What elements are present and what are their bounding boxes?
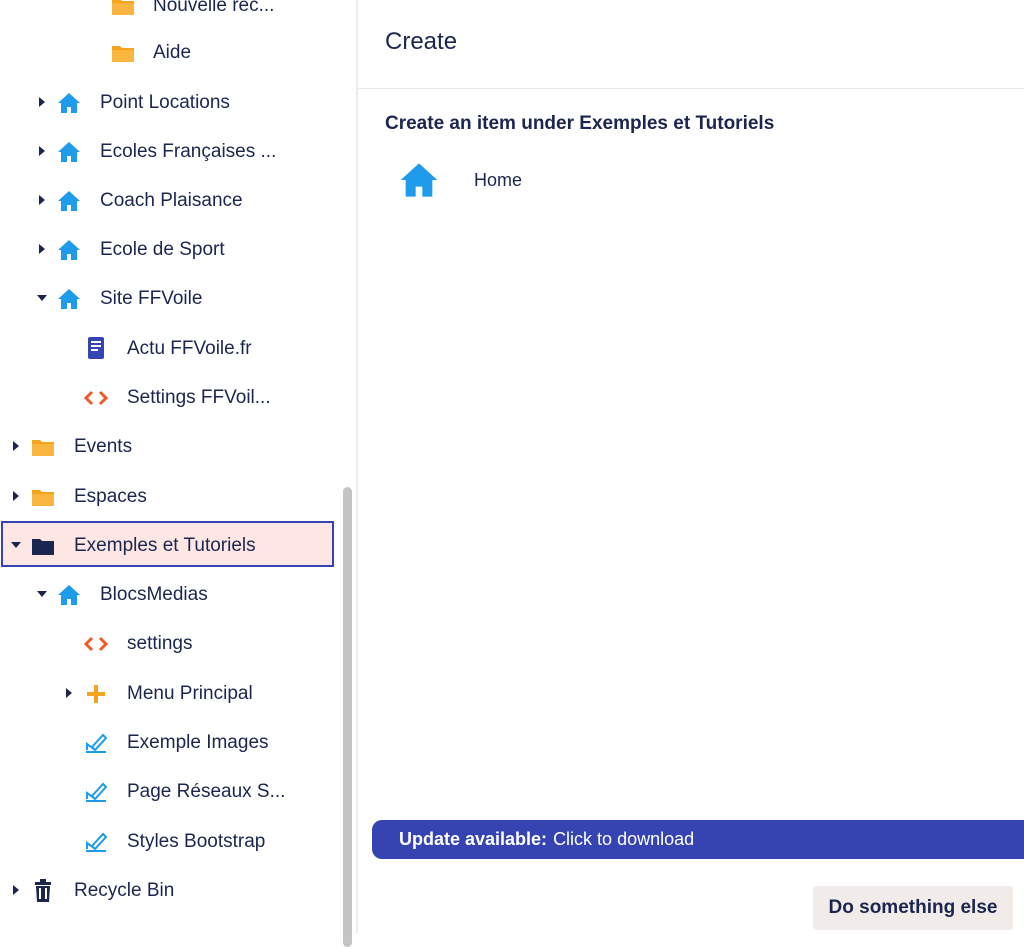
folder-icon <box>110 40 136 66</box>
caret-down-icon[interactable] <box>36 588 48 600</box>
home-icon <box>56 139 82 165</box>
tree-item-aide[interactable]: Aide <box>0 31 330 75</box>
home-icon <box>56 90 82 116</box>
edit-icon <box>83 730 109 756</box>
tree-item-site-ffvoile[interactable]: Site FFVoile <box>0 277 330 321</box>
update-link[interactable]: Click to download <box>553 829 694 850</box>
do-something-else-button[interactable]: Do something else <box>813 886 1013 930</box>
trash-icon <box>30 878 56 904</box>
tree-item-espaces[interactable]: Espaces <box>0 475 330 519</box>
tree-item-settings-ffvoile[interactable]: Settings FFVoil... <box>0 376 330 420</box>
tree-scrollbar[interactable] <box>340 0 356 947</box>
create-panel: Create Create an item under Exemples et … <box>358 0 1024 933</box>
book-icon <box>83 335 109 361</box>
tree-item-ecoles-francaises[interactable]: Ecoles Françaises ... <box>0 130 330 174</box>
caret-right-icon[interactable] <box>36 243 48 255</box>
tree-item-ecole-de-sport[interactable]: Ecole de Sport <box>0 228 330 272</box>
tree-item-label: Point Locations <box>100 92 230 113</box>
home-icon <box>56 582 82 608</box>
caret-right-icon[interactable] <box>10 490 22 502</box>
tree-item-label: Aide <box>153 42 192 63</box>
tree-item-recycle-bin[interactable]: Recycle Bin <box>0 869 330 913</box>
caret-right-icon[interactable] <box>63 687 75 699</box>
update-available-banner[interactable]: Update available: Click to download <box>372 820 1024 859</box>
tree-item-label: Coach Plaisance <box>100 190 243 211</box>
home-icon <box>56 237 82 263</box>
tree-item-label: Page Réseaux S... <box>127 781 286 802</box>
tree-item-label: Events <box>74 436 133 457</box>
folder-open-icon <box>30 533 56 559</box>
caret-right-icon[interactable] <box>36 145 48 157</box>
tree-item-nouvelle-rec[interactable]: Nouvelle rec... <box>0 0 330 28</box>
tree-item-point-locations[interactable]: Point Locations <box>0 81 330 125</box>
caret-down-icon[interactable] <box>36 292 48 304</box>
home-icon <box>56 188 82 214</box>
tree-item-label: Exemples et Tutoriels <box>74 535 256 556</box>
tree-item-exemple-images[interactable]: Exemple Images <box>0 721 330 765</box>
create-item-label: Home <box>474 170 523 190</box>
caret-right-icon[interactable] <box>36 194 48 206</box>
panel-title: Create <box>385 28 458 55</box>
tree-item-label: Recycle Bin <box>74 880 175 901</box>
tree-item-menu-principal[interactable]: Menu Principal <box>0 672 330 716</box>
tree-item-label: Site FFVoile <box>100 288 203 309</box>
scrollbar-thumb[interactable] <box>343 487 352 947</box>
code-icon <box>83 631 109 657</box>
panel-header: Create <box>358 0 1024 89</box>
tree-item-label: Ecole de Sport <box>100 239 225 260</box>
tree-item-settings[interactable]: settings <box>0 622 330 666</box>
tree-item-label: Exemple Images <box>127 732 269 753</box>
tree-item-label: BlocsMedias <box>100 584 208 605</box>
tree-item-label: Styles Bootstrap <box>127 831 266 852</box>
content-tree: Nouvelle rec... Aide Point Locations Eco… <box>0 0 340 933</box>
caret-right-icon[interactable] <box>36 96 48 108</box>
tree-item-label: Menu Principal <box>127 683 253 704</box>
folder-icon <box>30 434 56 460</box>
home-icon <box>399 161 439 204</box>
caret-down-icon[interactable] <box>10 539 22 551</box>
tree-item-blocsmedias[interactable]: BlocsMedias <box>0 573 330 617</box>
tree-item-label: Nouvelle rec... <box>153 0 275 16</box>
panel-subtitle: Create an item under Exemples et Tutorie… <box>385 113 775 134</box>
edit-icon <box>83 779 109 805</box>
code-icon <box>83 385 109 411</box>
create-item-home[interactable]: Home <box>385 155 685 207</box>
tree-item-actu-ffvoile[interactable]: Actu FFVoile.fr <box>0 327 330 371</box>
tree-item-label: Actu FFVoile.fr <box>127 338 252 359</box>
tree-item-page-reseaux[interactable]: Page Réseaux S... <box>0 770 330 814</box>
tree-item-label: Ecoles Françaises ... <box>100 141 277 162</box>
tree-item-exemples-et-tutoriels[interactable]: Exemples et Tutoriels <box>0 524 330 568</box>
tree-item-label: settings <box>127 633 193 654</box>
update-title: Update available: <box>399 829 548 849</box>
tree-item-events[interactable]: Events <box>0 425 330 469</box>
edit-icon <box>83 829 109 855</box>
caret-right-icon[interactable] <box>10 440 22 452</box>
folder-icon <box>110 0 136 19</box>
tree-item-label: Settings FFVoil... <box>127 387 271 408</box>
home-icon <box>56 286 82 312</box>
tree-item-label: Espaces <box>74 486 147 507</box>
plus-icon <box>83 681 109 707</box>
tree-item-coach-plaisance[interactable]: Coach Plaisance <box>0 179 330 223</box>
folder-icon <box>30 484 56 510</box>
tree-item-styles-bootstrap[interactable]: Styles Bootstrap <box>0 820 330 864</box>
caret-right-icon[interactable] <box>10 884 22 896</box>
